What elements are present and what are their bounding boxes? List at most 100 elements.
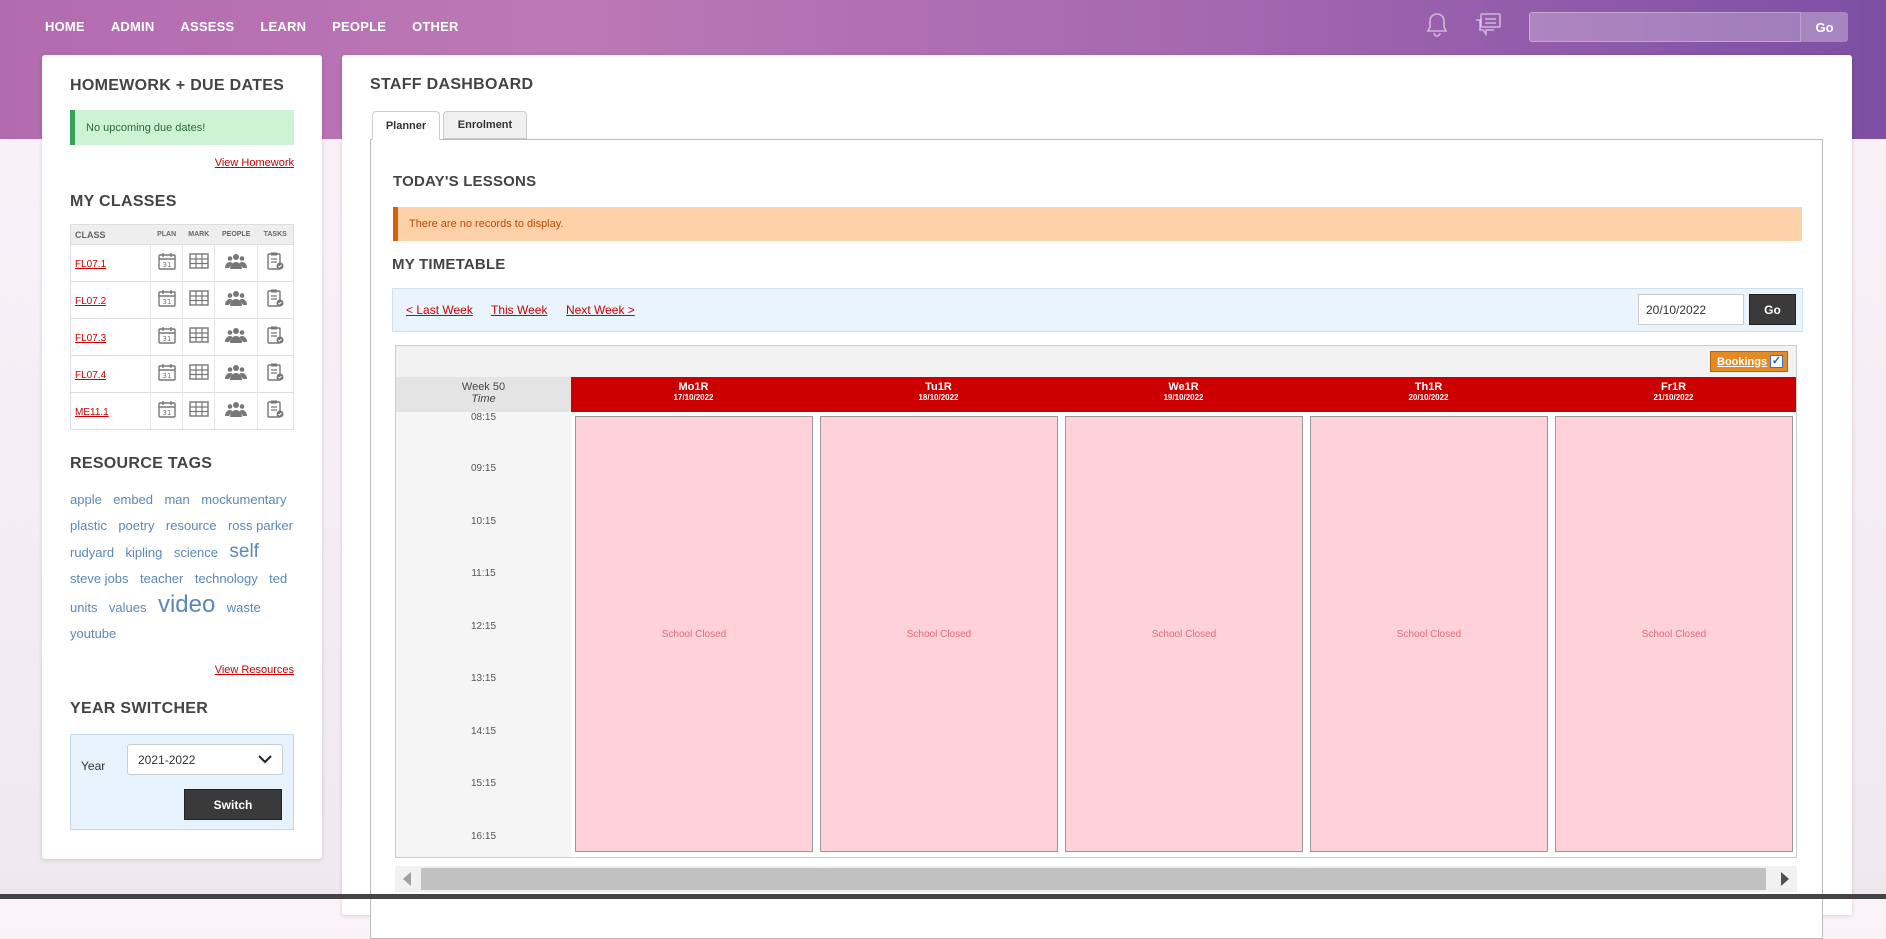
class-row: FL07.3 31 [70,318,294,356]
svg-text:31: 31 [162,335,171,343]
tag[interactable]: technology [195,571,258,586]
markbook-icon[interactable] [182,281,215,319]
horizontal-scrollbar[interactable] [395,866,1797,892]
tag[interactable]: youtube [70,626,116,641]
day-header: Tu1R 18/10/2022 [816,377,1061,412]
tag[interactable]: video [158,591,215,618]
svg-text:31: 31 [162,298,171,306]
class-link[interactable]: ME11.1 [75,407,109,418]
tag[interactable]: teacher [140,571,183,586]
checkbox-icon[interactable]: ✓ [1770,355,1783,368]
class-row: ME11.1 31 [70,392,294,430]
class-row: FL07.1 31 [70,244,294,282]
scroll-thumb[interactable] [421,868,1766,890]
day-name: Th1R [1414,381,1443,393]
time-slot: 12:15 [470,621,497,632]
bookings-toggle[interactable]: Bookings ✓ [1710,351,1788,372]
day-closed-block: School Closed [1065,416,1303,852]
nav-people[interactable]: PEOPLE [332,19,386,34]
scroll-left-icon[interactable] [403,872,411,886]
day-closed-block: School Closed [575,416,813,852]
messages-icon[interactable] [1474,12,1502,43]
col-tasks: TASKS [257,224,294,245]
date-input[interactable]: 20/10/2022 [1638,294,1744,325]
day-date: 18/10/2022 [918,393,959,402]
search-input[interactable] [1529,12,1801,42]
tab-planner[interactable]: Planner [372,111,440,140]
nav-other[interactable]: OTHER [412,19,459,34]
tab-enrolment[interactable]: Enrolment [443,111,527,139]
day-header: Mo1R 17/10/2022 [571,377,816,412]
year-select[interactable]: 2021-2022 [127,744,283,775]
people-icon[interactable] [214,281,258,319]
calendar-icon[interactable]: 31 [149,281,183,319]
tag[interactable]: science [174,545,218,560]
people-icon[interactable] [214,244,258,282]
tag[interactable]: self [229,541,259,562]
tag[interactable]: resource [166,518,217,533]
calendar-icon[interactable]: 31 [149,392,183,430]
class-link[interactable]: FL07.1 [75,259,106,270]
date-go-button[interactable]: Go [1749,294,1796,325]
tasks-icon[interactable] [256,355,294,393]
bookings-label: Bookings [1717,355,1768,368]
tags-title: RESOURCE TAGS [70,455,213,472]
svg-text:31: 31 [162,261,171,269]
tag[interactable]: ted [269,571,287,586]
chevron-down-icon [257,752,273,769]
switch-button[interactable]: Switch [184,789,282,820]
markbook-icon[interactable] [182,244,215,282]
tag[interactable]: embed [113,492,153,507]
tasks-icon[interactable] [256,281,294,319]
bell-icon[interactable] [1426,12,1448,43]
tag[interactable]: kipling [126,545,163,560]
col-plan: PLAN [150,224,183,245]
this-week-link[interactable]: This Week [491,303,547,317]
last-week-link[interactable]: < Last Week [406,303,473,317]
planner-panel: TODAY'S LESSONS There are no records to … [370,139,1823,939]
tag[interactable]: ross parker [228,518,293,533]
tag[interactable]: apple [70,492,102,507]
col-people: PEOPLE [214,224,258,245]
tag[interactable]: values [109,600,147,615]
nav-admin[interactable]: ADMIN [111,19,155,34]
view-resources-link[interactable]: View Resources [215,664,294,676]
tasks-icon[interactable] [256,392,294,430]
markbook-icon[interactable] [182,392,215,430]
tasks-icon[interactable] [256,318,294,356]
tag[interactable]: waste [227,600,261,615]
people-icon[interactable] [214,318,258,356]
search-go-button[interactable]: Go [1801,12,1848,42]
svg-text:31: 31 [162,409,171,417]
tag[interactable]: steve jobs [70,571,129,586]
day-header: We1R 19/10/2022 [1061,377,1306,412]
nav-home[interactable]: HOME [45,19,85,34]
nav-learn[interactable]: LEARN [260,19,306,34]
calendar-icon[interactable]: 31 [149,355,183,393]
class-link[interactable]: FL07.4 [75,370,106,381]
tag[interactable]: man [164,492,189,507]
day-name: Tu1R [925,381,952,393]
markbook-icon[interactable] [182,355,215,393]
tasks-icon[interactable] [256,244,294,282]
day-date: 17/10/2022 [673,393,714,402]
day-closed-block: School Closed [1310,416,1548,852]
calendar-icon[interactable]: 31 [149,244,183,282]
people-icon[interactable] [214,392,258,430]
tag[interactable]: units [70,600,97,615]
markbook-icon[interactable] [182,318,215,356]
calendar-icon[interactable]: 31 [149,318,183,356]
tag[interactable]: rudyard [70,545,114,560]
class-link[interactable]: FL07.2 [75,296,106,307]
next-week-link[interactable]: Next Week > [566,303,635,317]
year-select-value: 2021-2022 [138,752,196,767]
class-link[interactable]: FL07.3 [75,333,106,344]
tag[interactable]: poetry [118,518,154,533]
people-icon[interactable] [214,355,258,393]
view-homework-link[interactable]: View Homework [215,157,294,169]
nav-assess[interactable]: ASSESS [180,19,234,34]
class-row: FL07.4 31 [70,355,294,393]
tag[interactable]: mockumentary [201,492,286,507]
scroll-right-icon[interactable] [1781,872,1789,886]
tag[interactable]: plastic [70,518,107,533]
